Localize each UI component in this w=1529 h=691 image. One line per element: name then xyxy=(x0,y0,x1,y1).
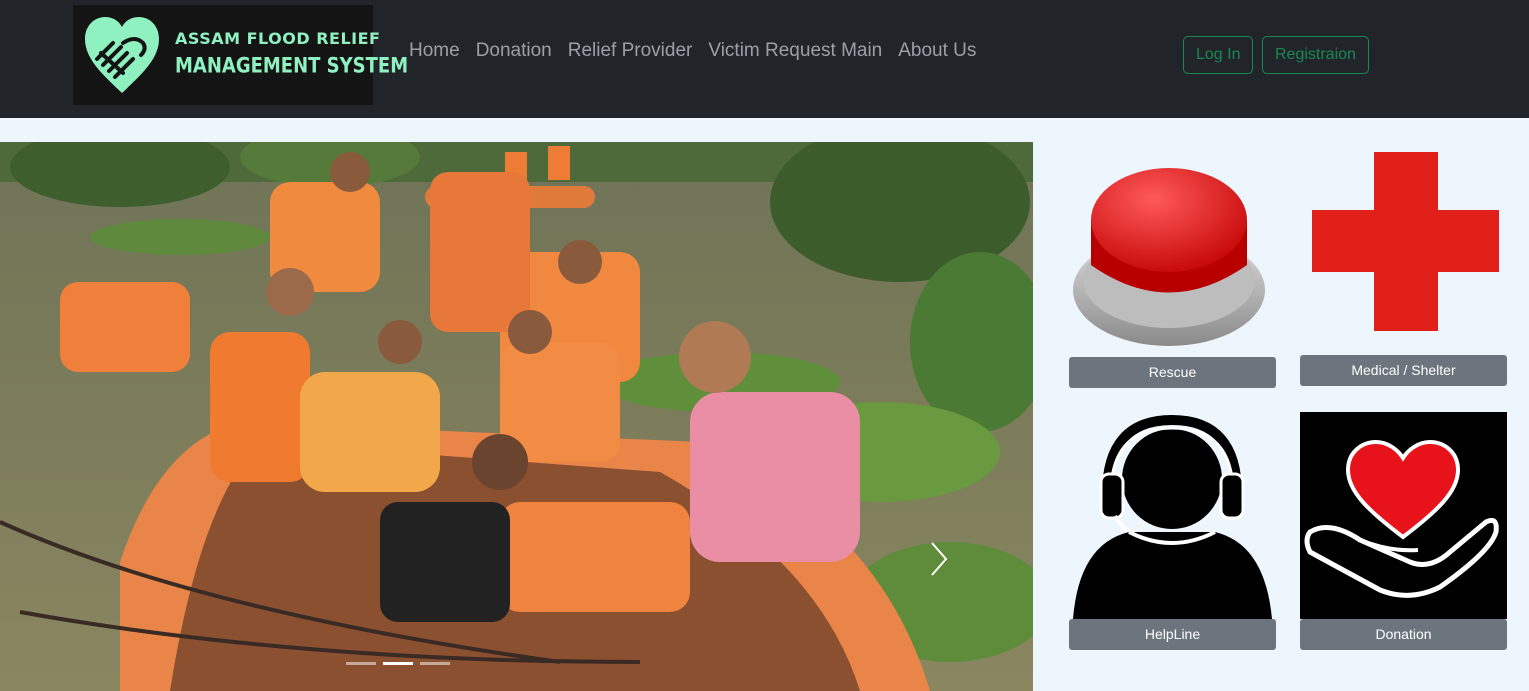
headset-person-icon[interactable] xyxy=(1069,414,1276,619)
carousel-indicator[interactable] xyxy=(346,662,376,665)
navbar: ASSAM FLOOD RELIEF MANAGEMENT SYSTEM Hom… xyxy=(0,0,1529,118)
brand-logo[interactable]: ASSAM FLOOD RELIEF MANAGEMENT SYSTEM xyxy=(73,5,408,105)
nav-donation[interactable]: Donation xyxy=(476,40,552,62)
red-cross-icon[interactable] xyxy=(1300,150,1507,335)
heart-in-hand-icon[interactable] xyxy=(1300,412,1507,619)
registration-button[interactable]: Registraion xyxy=(1262,36,1369,74)
carousel-indicator[interactable] xyxy=(420,662,450,665)
heart-hand-icon xyxy=(85,17,159,93)
carousel-indicator-active[interactable] xyxy=(383,662,413,665)
nav-victim-request-main[interactable]: Victim Request Main xyxy=(708,40,882,62)
login-button[interactable]: Log In xyxy=(1183,36,1254,74)
main-nav: Home Donation Relief Provider Victim Req… xyxy=(409,40,992,62)
red-button-icon[interactable] xyxy=(1069,150,1269,350)
carousel-indicators xyxy=(346,662,450,665)
helpline-button[interactable]: HelpLine xyxy=(1069,619,1276,650)
nav-home[interactable]: Home xyxy=(409,40,460,62)
donation-button[interactable]: Donation xyxy=(1300,619,1507,650)
rescue-button[interactable]: Rescue xyxy=(1069,357,1276,388)
brand-line2: MANAGEMENT SYSTEM xyxy=(175,52,409,78)
nav-relief-provider[interactable]: Relief Provider xyxy=(568,40,693,62)
carousel-next-button[interactable] xyxy=(920,537,956,581)
hero-carousel[interactable] xyxy=(0,142,1033,691)
brand-line1: ASSAM FLOOD RELIEF xyxy=(175,29,381,48)
chevron-right-icon xyxy=(931,542,948,576)
flood-rescue-photo xyxy=(0,142,1033,691)
medical-shelter-button[interactable]: Medical / Shelter xyxy=(1300,355,1507,386)
nav-about-us[interactable]: About Us xyxy=(898,40,976,62)
